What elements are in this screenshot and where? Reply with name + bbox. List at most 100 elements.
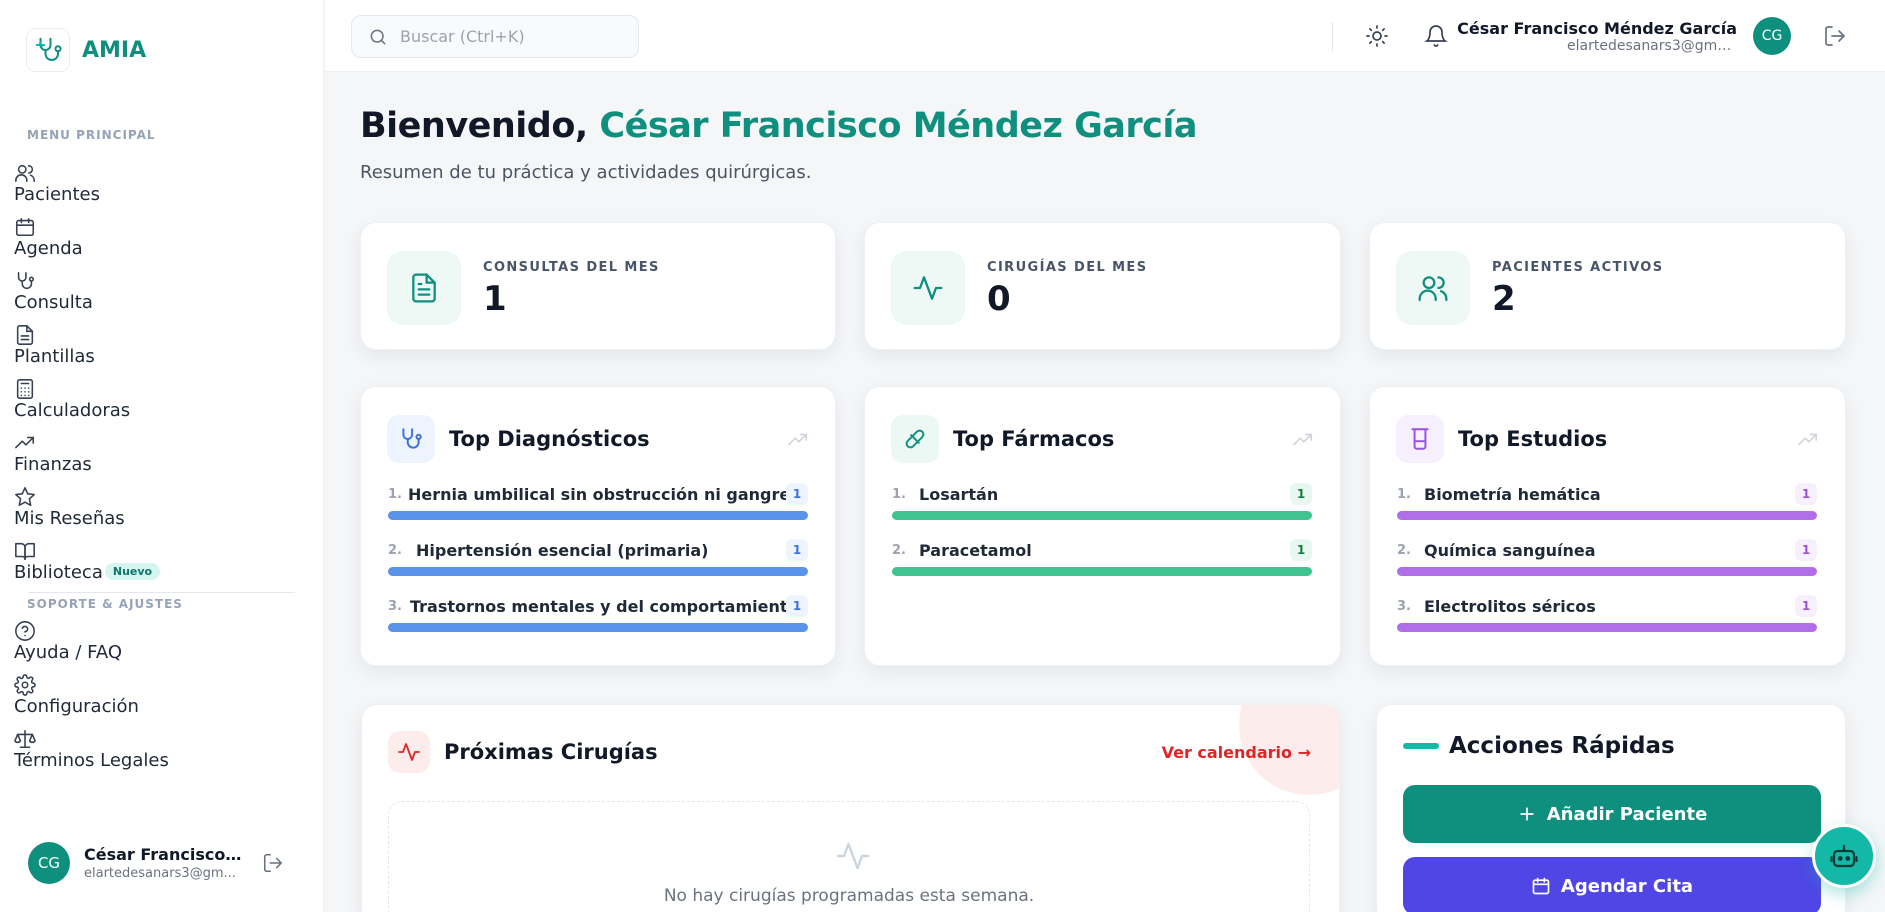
- list-item[interactable]: 1. Biometría hemática 1: [1397, 483, 1817, 543]
- welcome-prefix: Bienvenido,: [360, 106, 600, 146]
- document-icon: [387, 251, 461, 325]
- sidebar-item-calculadoras[interactable]: Calculadoras: [14, 376, 304, 430]
- bell-icon[interactable]: [1424, 24, 1448, 48]
- count-badge: 1: [1290, 539, 1312, 561]
- trending-up-icon: [15, 436, 35, 449]
- page-title: Bienvenido, César Francisco Méndez Garcí…: [360, 106, 1198, 146]
- list-item[interactable]: 1. Hernia umbilical sin obstrucción ni g…: [388, 483, 808, 543]
- quick-actions-card: Acciones Rápidas Añadir Paciente Agendar…: [1376, 704, 1846, 912]
- sidebar-item-configuracion[interactable]: Configuración: [14, 672, 304, 726]
- avatar: CG: [1753, 17, 1791, 55]
- pill-icon: [891, 415, 939, 463]
- rank-number: 2.: [1397, 543, 1411, 558]
- item-name: Losartán: [919, 485, 999, 504]
- welcome-name: César Francisco Méndez García: [599, 106, 1198, 146]
- sidebar-item-resenas[interactable]: Mis Reseñas: [14, 484, 304, 538]
- rank-number: 1.: [1397, 487, 1411, 502]
- topbar-user[interactable]: César Francisco Méndez García elartedesa…: [1457, 17, 1847, 55]
- sidebar-item-label: Mis Reseñas: [14, 508, 125, 529]
- stat-label: CONSULTAS DEL MES: [483, 260, 660, 275]
- stat-card-cirugias: CIRUGÍAS DEL MES 0: [864, 222, 1341, 350]
- sidebar-user[interactable]: CG César Francisco ... elartedesanars3@g…: [28, 842, 298, 884]
- stat-value: 0: [987, 279, 1011, 319]
- activity-icon: [836, 842, 870, 870]
- item-name: Electrolitos séricos: [1424, 597, 1596, 616]
- brand-name: AMIA: [82, 37, 147, 63]
- sidebar-item-plantillas[interactable]: Plantillas: [14, 322, 304, 376]
- topbar-divider: [1332, 22, 1333, 52]
- sidebar-item-terminos[interactable]: Términos Legales: [14, 726, 304, 780]
- help-circle-icon: [15, 621, 35, 641]
- sidebar-item-pacientes[interactable]: Pacientes: [14, 160, 304, 214]
- topbar-user-name: César Francisco Méndez García: [1457, 18, 1737, 38]
- schedule-appointment-button[interactable]: Agendar Cita: [1403, 857, 1821, 912]
- calendar-link[interactable]: Ver calendario →: [1162, 743, 1311, 762]
- list-item[interactable]: 2. Química sanguínea 1: [1397, 539, 1817, 599]
- star-icon: [15, 487, 35, 507]
- sidebar-item-label: Consulta: [14, 292, 93, 313]
- sidebar-item-label: Agenda: [14, 238, 83, 259]
- count-badge: 1: [1795, 539, 1817, 561]
- count-badge: 1: [1795, 595, 1817, 617]
- progress-bar: [1397, 567, 1817, 576]
- stethoscope-icon: [387, 415, 435, 463]
- trending-up-icon: [1798, 433, 1818, 446]
- sidebar-item-finanzas[interactable]: Finanzas: [14, 430, 304, 484]
- page-subtitle: Resumen de tu práctica y actividades qui…: [360, 162, 812, 183]
- sidebar-item-label: Configuración: [14, 696, 139, 717]
- accent-bar: [1403, 743, 1439, 749]
- empty-state: No hay cirugías programadas esta semana.: [388, 801, 1310, 912]
- sidebar-item-biblioteca[interactable]: Biblioteca Nuevo: [14, 538, 304, 592]
- calendar-icon: [15, 217, 35, 237]
- users-icon: [15, 164, 35, 183]
- topbar: César Francisco Méndez García elartedesa…: [325, 0, 1885, 72]
- item-name: Paracetamol: [919, 541, 1032, 560]
- search-input[interactable]: [400, 27, 620, 46]
- progress-bar: [388, 511, 808, 520]
- item-name: Trastornos mentales y del comportamiento…: [410, 597, 788, 616]
- rank-number: 3.: [1397, 599, 1411, 614]
- list-item[interactable]: 2. Hipertensión esencial (primaria) 1: [388, 539, 808, 599]
- book-icon: [15, 542, 35, 561]
- sidebar-user-name: César Francisco ...: [84, 845, 244, 864]
- logout-icon[interactable]: [1823, 24, 1847, 48]
- sidebar-item-label: Plantillas: [14, 346, 95, 367]
- progress-bar: [388, 623, 808, 632]
- item-name: Química sanguínea: [1424, 541, 1596, 560]
- search-box[interactable]: [351, 15, 639, 58]
- card-title: Acciones Rápidas: [1449, 733, 1675, 759]
- sidebar-item-agenda[interactable]: Agenda: [14, 214, 304, 268]
- item-name: Hipertensión esencial (primaria): [416, 541, 709, 560]
- progress-bar: [388, 567, 808, 576]
- logout-icon[interactable]: [262, 852, 284, 874]
- section-label-support: SOPORTE & AJUSTES: [27, 597, 183, 611]
- top-diagnosticos-card: Top Diagnósticos 1. Hernia umbilical sin…: [360, 386, 836, 666]
- stat-label: CIRUGÍAS DEL MES: [987, 260, 1148, 275]
- list-item[interactable]: 3. Trastornos mentales y del comportamie…: [388, 595, 808, 655]
- sidebar-item-ayuda[interactable]: Ayuda / FAQ: [14, 618, 304, 672]
- rank-number: 2.: [388, 543, 402, 558]
- sidebar-item-consulta[interactable]: Consulta: [14, 268, 304, 322]
- stat-value: 2: [1492, 279, 1516, 319]
- surgeries-card: Próximas Cirugías Ver calendario → No ha…: [361, 704, 1340, 912]
- button-label: Agendar Cita: [1560, 875, 1694, 897]
- progress-bar: [892, 567, 1312, 576]
- top-farmacos-card: Top Fármacos 1. Losartán 1 2. Paracetamo…: [864, 386, 1341, 666]
- progress-bar: [892, 511, 1312, 520]
- brand[interactable]: AMIA: [26, 28, 146, 72]
- list-item[interactable]: 2. Paracetamol 1: [892, 539, 1312, 599]
- list-item[interactable]: 1. Losartán 1: [892, 483, 1312, 543]
- progress-bar: [1397, 623, 1817, 632]
- new-badge: Nuevo: [104, 562, 161, 580]
- activity-icon: [388, 731, 430, 773]
- plus-icon: [1520, 807, 1534, 821]
- trending-up-icon: [788, 433, 808, 446]
- stat-value: 1: [483, 279, 507, 319]
- sun-icon[interactable]: [1365, 24, 1389, 48]
- chatbot-button[interactable]: [1812, 824, 1876, 888]
- search-icon: [370, 29, 386, 44]
- rank-number: 1.: [388, 487, 402, 502]
- list-item[interactable]: 3. Electrolitos séricos 1: [1397, 595, 1817, 655]
- add-patient-button[interactable]: Añadir Paciente: [1403, 785, 1821, 843]
- card-title: Próximas Cirugías: [444, 740, 658, 764]
